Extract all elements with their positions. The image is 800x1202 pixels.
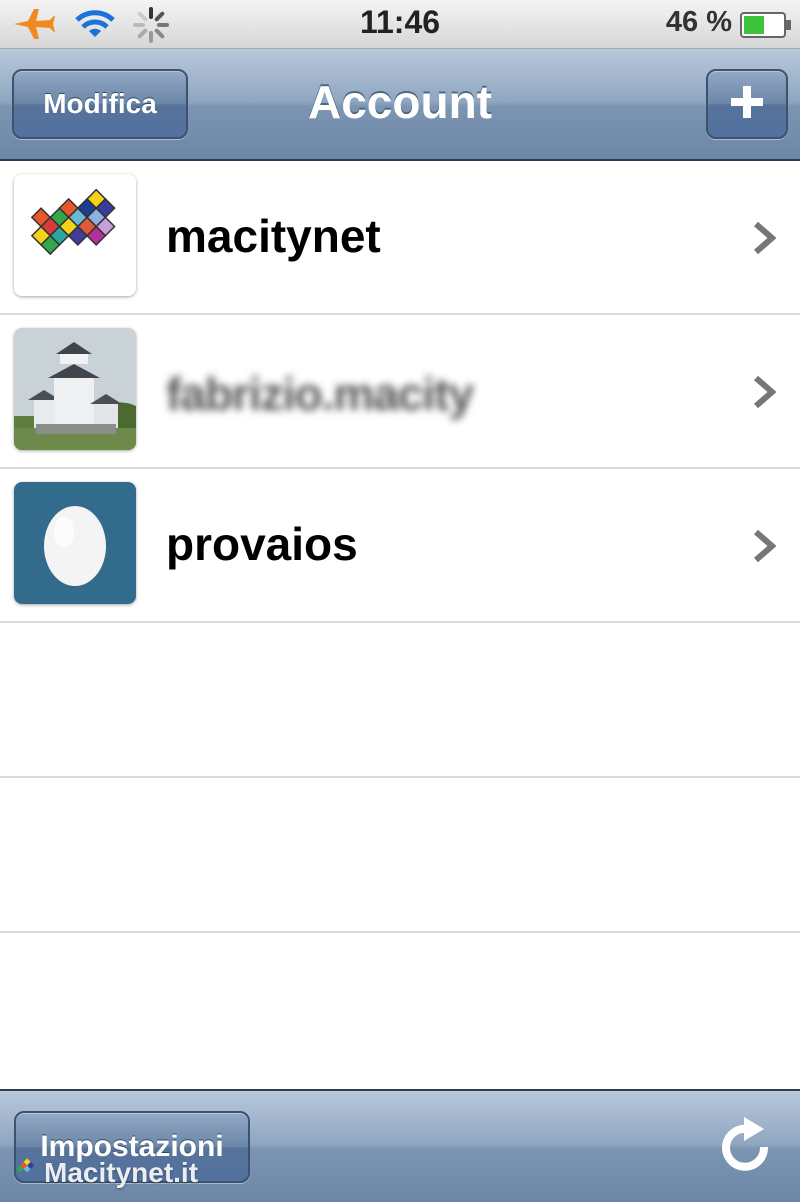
account-name: macitynet	[166, 210, 381, 262]
chevron-right-icon	[752, 221, 777, 260]
account-row[interactable]: fabrizio.macity	[0, 315, 800, 469]
status-bar: 11:46 46 %	[0, 0, 800, 49]
watermark: Macitynet.it	[12, 1156, 198, 1189]
account-name: provaios	[166, 518, 358, 570]
add-account-button[interactable]	[706, 69, 788, 139]
macitynet-logo-avatar	[14, 174, 136, 296]
account-list: macitynet fabrizio.macity provaios	[0, 161, 800, 1088]
page-title: Account	[308, 76, 492, 128]
battery-percentage: 46 %	[665, 6, 732, 38]
watermark-text: Macitynet.it	[44, 1156, 199, 1188]
empty-row	[0, 778, 800, 933]
empty-row	[0, 933, 800, 1088]
account-row[interactable]: macitynet	[0, 161, 800, 315]
empty-row	[0, 623, 800, 778]
navigation-bar: Modifica Account	[0, 49, 800, 161]
refresh-icon[interactable]	[718, 1115, 774, 1175]
plus-icon	[729, 84, 765, 125]
macitynet-logo-icon	[12, 1156, 38, 1189]
default-egg-avatar	[14, 482, 136, 604]
account-name-redacted: fabrizio.macity	[166, 368, 474, 420]
castle-photo-avatar	[14, 328, 136, 450]
chevron-right-icon	[752, 529, 777, 568]
account-row[interactable]: provaios	[0, 469, 800, 623]
battery-icon	[740, 12, 792, 43]
chevron-right-icon	[752, 375, 777, 414]
